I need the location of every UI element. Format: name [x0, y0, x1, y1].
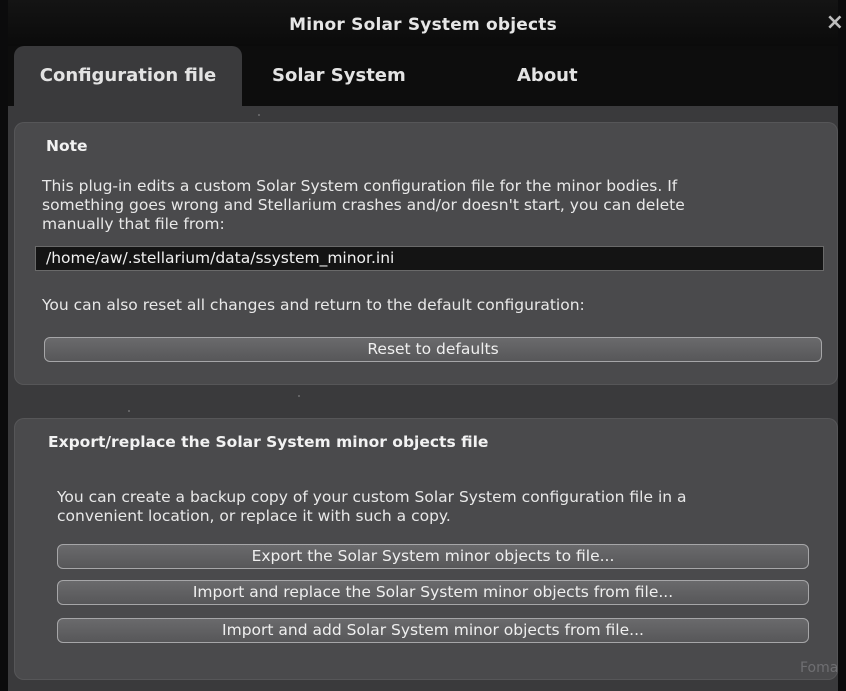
- tab-bar: Configuration file Solar System About: [8, 46, 838, 106]
- note-text-line: This plug-in edits a custom Solar System…: [42, 177, 678, 195]
- background-partial-text: Foma: [800, 660, 839, 676]
- note-text-line: something goes wrong and Stellarium cras…: [42, 196, 685, 214]
- reset-to-defaults-button[interactable]: Reset to defaults: [44, 337, 822, 362]
- star-speck: [128, 410, 130, 412]
- title-bar[interactable]: Minor Solar System objects ×: [8, 0, 844, 46]
- tab-configuration-file[interactable]: Configuration file: [14, 46, 242, 106]
- note-text-line: manually that file from:: [42, 215, 225, 233]
- export-text-line: You can create a backup copy of your cus…: [57, 488, 687, 506]
- export-minor-objects-button[interactable]: Export the Solar System minor objects to…: [57, 544, 809, 569]
- close-icon[interactable]: ×: [826, 10, 844, 35]
- export-heading: Export/replace the Solar System minor ob…: [48, 433, 489, 451]
- star-speck: [298, 395, 300, 397]
- config-file-path-field[interactable]: /home/aw/.stellarium/data/ssystem_minor.…: [35, 246, 824, 271]
- note-heading: Note: [46, 137, 88, 155]
- import-replace-minor-objects-button[interactable]: Import and replace the Solar System mino…: [57, 580, 809, 605]
- reset-description: You can also reset all changes and retur…: [42, 296, 585, 314]
- window-title: Minor Solar System objects: [289, 15, 557, 35]
- tab-solar-system[interactable]: Solar System: [272, 46, 406, 106]
- export-text-line: convenient location, or replace it with …: [57, 507, 451, 525]
- tab-about[interactable]: About: [517, 46, 578, 106]
- import-add-minor-objects-button[interactable]: Import and add Solar System minor object…: [57, 618, 809, 643]
- star-speck: [258, 114, 260, 116]
